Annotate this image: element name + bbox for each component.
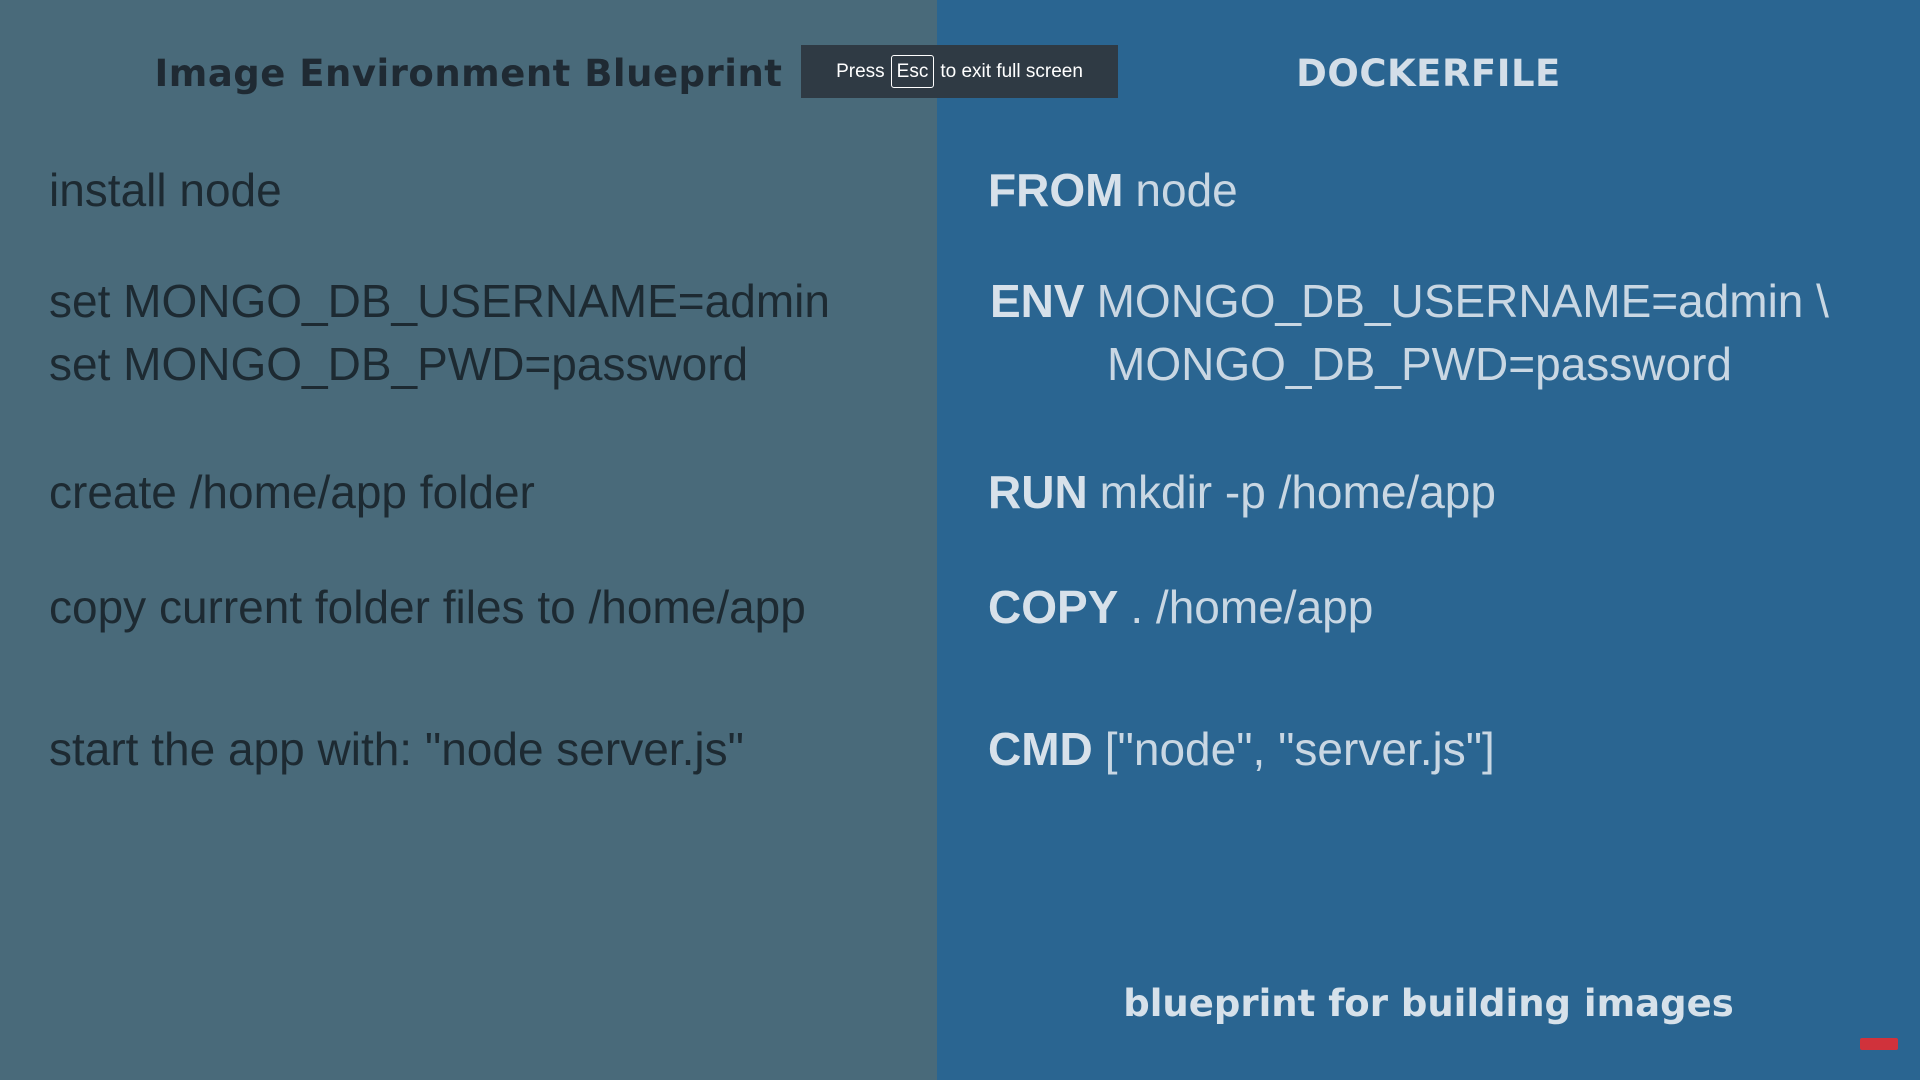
left-line-1: install node xyxy=(49,164,282,216)
left-line-3: set MONGO_DB_PWD=password xyxy=(49,338,749,390)
value-env-cont: MONGO_DB_PWD=password xyxy=(1107,338,1732,390)
left-line-2: set MONGO_DB_USERNAME=admin xyxy=(49,275,830,327)
esc-key-badge: Esc xyxy=(890,55,935,88)
keyword-run: RUN xyxy=(988,466,1088,518)
fullscreen-exit-notice: Press Esc to exit full screen xyxy=(801,45,1118,98)
notice-rest-text: to exit full screen xyxy=(940,60,1083,82)
keyword-copy: COPY xyxy=(988,581,1119,633)
footer-caption: blueprint for building images xyxy=(1123,982,1734,1025)
keyword-cmd: CMD xyxy=(988,723,1093,775)
left-heading: Image Environment Blueprint xyxy=(154,52,783,95)
value-cmd: ["node", "server.js"] xyxy=(1104,723,1495,775)
left-panel: Image Environment Blueprint install node… xyxy=(0,0,937,1080)
dockerfile-line-from: FROM node xyxy=(988,163,1238,217)
notice-press-text: Press xyxy=(836,60,885,82)
dockerfile-line-env-cont: MONGO_DB_PWD=password xyxy=(1107,337,1732,391)
subscribe-badge-icon[interactable] xyxy=(1860,1038,1898,1050)
dockerfile-line-cmd: CMD ["node", "server.js"] xyxy=(988,722,1495,776)
dockerfile-line-run: RUN mkdir -p /home/app xyxy=(988,465,1496,519)
right-panel: DOCKERFILE FROM node ENV MONGO_DB_USERNAME… xyxy=(937,0,1920,1080)
value-from: node xyxy=(1135,164,1238,216)
value-copy: . /home/app xyxy=(1130,581,1374,633)
value-run: mkdir -p /home/app xyxy=(1099,466,1496,518)
left-line-5: copy current folder files to /home/app xyxy=(49,581,806,633)
left-line-6: start the app with: "node server.js" xyxy=(49,723,744,775)
keyword-from: FROM xyxy=(988,164,1124,216)
keyword-env: ENV xyxy=(990,275,1085,327)
value-env: MONGO_DB_USERNAME=admin \ xyxy=(1096,275,1829,327)
dockerfile-line-env: ENV MONGO_DB_USERNAME=admin \ xyxy=(990,274,1829,328)
left-line-4: create /home/app folder xyxy=(49,466,535,518)
dockerfile-line-copy: COPY. /home/app xyxy=(988,580,1373,634)
